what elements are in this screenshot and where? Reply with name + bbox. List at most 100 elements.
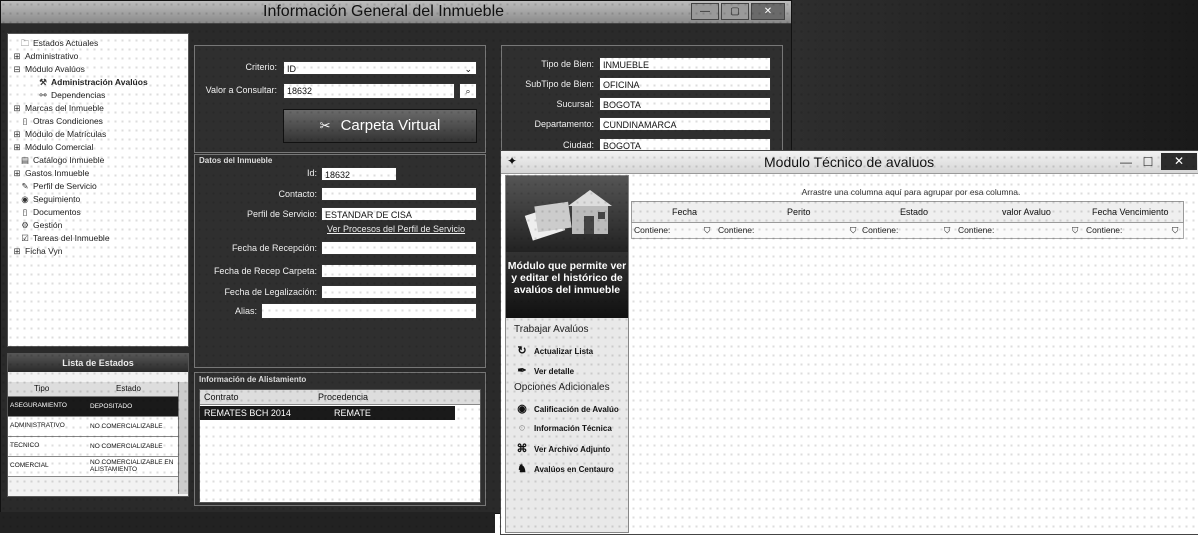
tree-item-marcas[interactable]: ⊞ Marcas del Inmueble [12, 103, 103, 115]
tree-item-perfil[interactable]: ✎ Perfil de Servicio [20, 181, 97, 193]
expand-icon: ⊞ [13, 246, 21, 256]
tree-item-catalogo[interactable]: ▤ Catálogo Inmueble [20, 155, 104, 167]
perfil-field[interactable]: ESTANDAR DE CISA [321, 207, 477, 221]
legalizacion-field[interactable] [321, 285, 477, 299]
avaluos-grid-body[interactable] [631, 239, 1184, 531]
filter-icon[interactable]: ⛉ [944, 225, 950, 236]
tree-item-documentos[interactable]: ▯ Documentos [20, 207, 81, 219]
tree-item-seguimiento[interactable]: ◉ Seguimiento [20, 194, 80, 206]
sucursal-field[interactable]: BOGOTA [599, 97, 771, 111]
actualizar-lista-button[interactable]: ↻ Actualizar Lista [514, 344, 593, 357]
filter-valor-avaluo[interactable]: Contiene: [958, 225, 994, 235]
departamento-field[interactable]: CUNDINAMARCA [599, 117, 771, 131]
group-by-hint[interactable]: Arrastre una columna aquí para agrupar p… [631, 187, 1191, 199]
document-icon: ▯ [22, 207, 28, 217]
perfil-procesos-link[interactable]: Ver Procesos del Perfil de Servicio [327, 224, 465, 234]
tree-item-gastos[interactable]: ⊞ Gastos Inmueble [12, 168, 89, 180]
column-header-estado[interactable]: Estado [116, 384, 141, 393]
carpeta-virtual-button[interactable]: ✂ Carpeta Virtual [283, 109, 477, 143]
filter-estado[interactable]: Contiene: [862, 225, 898, 235]
contacto-label: Contacto: [278, 189, 317, 199]
table-row[interactable]: TÉCNICO NO COMERCIALIZABLE [8, 437, 178, 457]
tree-item-label: Catálogo Inmueble [33, 155, 105, 165]
avaluos-side-panel: Módulo que permite ver y editar el histó… [505, 175, 629, 533]
tree-item-administrativo[interactable]: ⊞ Administrativo [12, 51, 78, 63]
tree-item-tareas[interactable]: ☑ Tareas del Inmueble [20, 233, 109, 245]
table-row[interactable]: ADMINISTRATIVO NO COMERCIALIZABLE [8, 417, 178, 437]
recep-carpeta-field[interactable] [321, 264, 477, 278]
profile-icon: ✎ [21, 181, 29, 191]
search-button[interactable]: ⌕ [459, 83, 477, 99]
avaluos-window: ✦ Modulo Técnico de avaluos — ☐ ✕ Módulo… [500, 150, 1198, 535]
table-row[interactable]: COMERCIAL NO COMERCIALIZABLE EN ALISTAMI… [8, 457, 178, 477]
cell-estado: DEPOSITADO [90, 403, 133, 410]
legalizacion-label: Fecha de Legalización: [224, 287, 317, 297]
chevron-down-icon: ⌄ [464, 64, 472, 74]
avaluos-filter-row: Contiene: ⛉ Contiene: ⛉ Contiene: ⛉ Cont… [631, 223, 1184, 239]
column-header-procedencia[interactable]: Procedencia [318, 392, 368, 402]
filter-icon[interactable]: ⛉ [704, 225, 710, 236]
tree-item-administracion-avaluos[interactable]: ⚒ Administración Avalúos [38, 77, 147, 89]
alistamiento-header: Contrato Procedencia [200, 390, 480, 405]
filter-icon[interactable]: ⛉ [1072, 225, 1078, 236]
minimize-button[interactable]: — [1117, 155, 1135, 169]
tree-item-ficha[interactable]: ⊞ Ficha Vyn [12, 246, 62, 258]
table-row[interactable]: ASEGURAMIENTO DEPOSITADO [8, 397, 178, 417]
filter-fecha-vencimiento[interactable]: Contiene: [1086, 225, 1122, 235]
alias-field[interactable] [261, 303, 477, 319]
departamento-label: Departamento: [534, 119, 594, 129]
column-header-tipo[interactable]: Tipo [34, 384, 49, 393]
tree-item-modulo-avaluos[interactable]: ⊟ Módulo Avalúos [12, 64, 85, 76]
ver-detalle-button[interactable]: ✒ Ver detalle [514, 364, 574, 377]
recep-carpeta-label: Fecha de Recep Carpeta: [213, 266, 317, 276]
avaluos-centauro-button[interactable]: ♞ Avalúos en Centauro [514, 462, 614, 475]
filter-icon[interactable]: ⛉ [1172, 225, 1178, 236]
action-label: Información Técnica [534, 424, 612, 433]
subtipo-field[interactable]: OFICINA [599, 77, 771, 91]
criterio-value: ID [287, 64, 296, 74]
folder-icon: ✂ [319, 118, 331, 133]
navigation-tree: 🗀 Estados Actuales ⊞ Administrativo ⊟ Módul… [7, 33, 189, 347]
minimize-button[interactable]: — [691, 3, 719, 20]
tree-item-label: Perfil de Servicio [33, 181, 97, 191]
cell-contrato: REMATES BCH 2014 [204, 408, 291, 418]
informacion-tecnica-button[interactable]: ◌ Información Técnica [514, 422, 612, 434]
column-header-valor-avaluo[interactable]: valor Avaluo [1002, 207, 1051, 217]
filter-fecha[interactable]: Contiene: [634, 225, 670, 235]
column-header-estado[interactable]: Estado [900, 207, 928, 217]
cell-estado: NO COMERCIALIZABLE [90, 443, 163, 450]
column-header-fecha-vencimiento[interactable]: Fecha Vencimiento [1092, 207, 1169, 217]
column-header-fecha[interactable]: Fecha [672, 207, 697, 217]
recepcion-field[interactable] [321, 241, 477, 255]
maximize-button[interactable]: ▢ [721, 3, 749, 20]
tree-item-comercial[interactable]: ⊞ Módulo Comercial [12, 142, 93, 154]
close-button[interactable]: ✕ [1161, 153, 1197, 170]
maximize-button[interactable]: ☐ [1139, 155, 1157, 169]
tree-item-otras-condiciones[interactable]: ▯ Otras Condiciones [20, 116, 103, 128]
tree-item-estados-actuales[interactable]: 🗀 Estados Actuales [20, 38, 98, 50]
column-header-contrato[interactable]: Contrato [204, 392, 239, 402]
filter-perito[interactable]: Contiene: [718, 225, 754, 235]
valor-input[interactable]: 18632 [283, 83, 455, 99]
tree-item-matriculas[interactable]: ⊞ Módulo de Matrículas [12, 129, 106, 141]
column-header-perito[interactable]: Perito [787, 207, 811, 217]
datos-group-title: Datos del Inmueble [199, 156, 273, 165]
main-window-title: Información General del Inmueble [263, 3, 505, 20]
tree-item-label: Módulo Avalúos [25, 64, 85, 74]
tree-item-dependencias[interactable]: ⚯ Dependencias [38, 90, 105, 102]
calificacion-avaluo-button[interactable]: ◉ Calificación de Avalúo [514, 402, 619, 415]
tipo-bien-label: Tipo de Bien: [541, 59, 594, 69]
id-field[interactable]: 18632 [321, 167, 397, 181]
ver-archivo-adjunto-button[interactable]: ⌘ Ver Archivo Adjunto [514, 442, 611, 455]
table-row[interactable]: REMATES BCH 2014 REMATE [200, 406, 455, 420]
action-label: Ver detalle [534, 367, 575, 376]
action-label: Avalúos en Centauro [534, 465, 614, 474]
estados-scrollbar[interactable] [178, 382, 188, 494]
filter-icon[interactable]: ⛉ [850, 225, 856, 236]
contacto-field[interactable] [321, 187, 477, 201]
tree-item-gestion[interactable]: ⚙ Gestión [20, 220, 62, 232]
expand-icon: ⊞ [13, 168, 21, 178]
close-button[interactable]: ✕ [751, 3, 785, 20]
criterio-select[interactable]: ID ⌄ [283, 61, 477, 75]
tipo-bien-field[interactable]: INMUEBLE [599, 57, 771, 71]
